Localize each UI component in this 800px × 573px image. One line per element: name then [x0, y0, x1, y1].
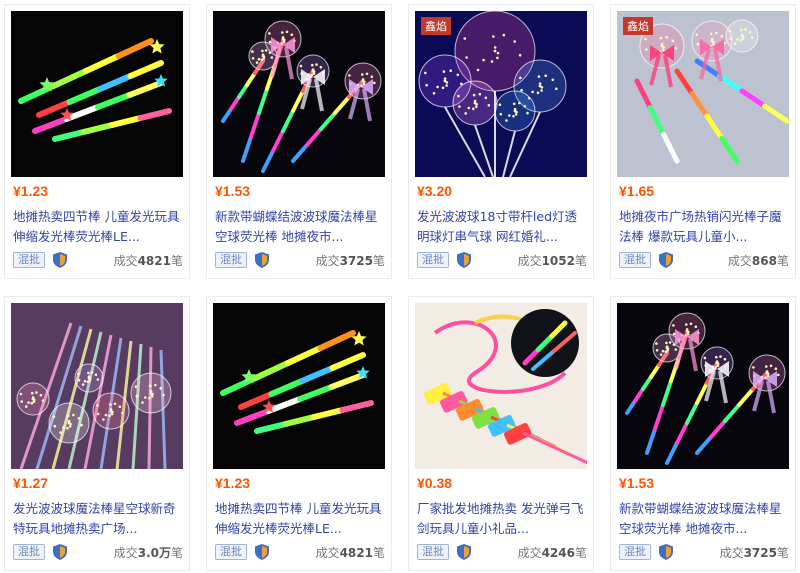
- product-price: ¥1.65: [619, 183, 655, 199]
- product-image[interactable]: 鑫焰: [617, 11, 789, 177]
- shield-icon: [457, 544, 471, 560]
- shield-icon: [53, 544, 67, 560]
- product-card[interactable]: 鑫焰 ¥1.65 地摊夜市广场热销闪光棒子魔法棒 爆款玩具儿童小... 混批 成…: [610, 4, 796, 279]
- product-title[interactable]: 地摊夜市广场热销闪光棒子魔法棒 爆款玩具儿童小...: [619, 207, 789, 247]
- mixed-batch-badge[interactable]: 混批: [619, 252, 651, 268]
- product-card[interactable]: ¥1.23 地摊热卖四节棒 儿童发光玩具伸缩发光棒荧光棒LE... 混批 成交4…: [206, 296, 392, 571]
- shield-icon: [53, 252, 67, 268]
- product-price: ¥1.53: [215, 183, 251, 199]
- product-image[interactable]: [11, 11, 183, 177]
- product-footer: 混批 成交1052笔: [417, 251, 587, 271]
- product-title[interactable]: 新款带蝴蝶结波波球魔法棒星空球荧光棒 地摊夜市...: [619, 499, 789, 539]
- product-title[interactable]: 发光波波球魔法棒星空球新奇特玩具地摊热卖广场...: [13, 499, 183, 539]
- shield-icon: [659, 252, 673, 268]
- product-price: ¥1.27: [13, 475, 49, 491]
- product-footer: 混批 成交3725笔: [619, 543, 789, 563]
- mixed-batch-badge[interactable]: 混批: [417, 252, 449, 268]
- mixed-batch-badge[interactable]: 混批: [619, 544, 651, 560]
- product-photo[interactable]: [213, 303, 385, 469]
- shop-tag: 鑫焰: [623, 17, 653, 35]
- product-photo[interactable]: [11, 303, 183, 469]
- product-image[interactable]: 鑫焰: [415, 11, 587, 177]
- product-footer: 混批 成交3.0万笔: [13, 543, 183, 563]
- product-footer: 混批 成交4821笔: [215, 543, 385, 563]
- mixed-batch-badge[interactable]: 混批: [417, 544, 449, 560]
- product-title[interactable]: 发光波波球18寸带杆led灯透明球灯串气球 网红婚礼...: [417, 207, 587, 247]
- product-card[interactable]: ¥0.38 厂家批发地摊热卖 发光弹弓飞剑玩具儿童小礼品... 混批 成交424…: [408, 296, 594, 571]
- shield-icon: [457, 252, 471, 268]
- product-price: ¥3.20: [417, 183, 453, 199]
- shop-tag: 鑫焰: [421, 17, 451, 35]
- product-price: ¥1.23: [13, 183, 49, 199]
- mixed-batch-badge[interactable]: 混批: [13, 252, 45, 268]
- product-photo[interactable]: [213, 11, 385, 177]
- sold-count: 成交4821笔: [113, 254, 183, 268]
- shield-icon: [255, 252, 269, 268]
- product-image[interactable]: [415, 303, 587, 469]
- sold-count: 成交3725笔: [315, 254, 385, 268]
- product-title[interactable]: 地摊热卖四节棒 儿童发光玩具伸缩发光棒荧光棒LE...: [215, 499, 385, 539]
- product-photo[interactable]: [617, 11, 789, 177]
- product-price: ¥1.23: [215, 475, 251, 491]
- shield-icon: [659, 544, 673, 560]
- product-footer: 混批 成交3725笔: [215, 251, 385, 271]
- product-photo[interactable]: [415, 11, 587, 177]
- sold-count: 成交4246笔: [517, 546, 587, 560]
- product-card[interactable]: 鑫焰 ¥3.20 发光波波球18寸带杆led灯透明球灯串气球 网红婚礼... 混…: [408, 4, 594, 279]
- product-card[interactable]: ¥1.53 新款带蝴蝶结波波球魔法棒星空球荧光棒 地摊夜市... 混批 成交37…: [206, 4, 392, 279]
- mixed-batch-badge[interactable]: 混批: [215, 252, 247, 268]
- sold-count: 成交3725笔: [719, 546, 789, 560]
- product-card[interactable]: ¥1.27 发光波波球魔法棒星空球新奇特玩具地摊热卖广场... 混批 成交3.0…: [4, 296, 190, 571]
- product-photo[interactable]: [415, 303, 587, 469]
- shield-icon: [255, 544, 269, 560]
- product-image[interactable]: [11, 303, 183, 469]
- product-photo[interactable]: [617, 303, 789, 469]
- product-price: ¥1.53: [619, 475, 655, 491]
- product-photo[interactable]: [11, 11, 183, 177]
- sold-count: 成交4821笔: [315, 546, 385, 560]
- product-footer: 混批 成交868笔: [619, 251, 789, 271]
- sold-count: 成交3.0万笔: [113, 546, 183, 560]
- product-footer: 混批 成交4246笔: [417, 543, 587, 563]
- mixed-batch-badge[interactable]: 混批: [13, 544, 45, 560]
- product-image[interactable]: [213, 303, 385, 469]
- product-image[interactable]: [617, 303, 789, 469]
- product-footer: 混批 成交4821笔: [13, 251, 183, 271]
- mixed-batch-badge[interactable]: 混批: [215, 544, 247, 560]
- product-title[interactable]: 地摊热卖四节棒 儿童发光玩具伸缩发光棒荧光棒LE...: [13, 207, 183, 247]
- product-card[interactable]: ¥1.23 地摊热卖四节棒 儿童发光玩具伸缩发光棒荧光棒LE... 混批 成交4…: [4, 4, 190, 279]
- product-title[interactable]: 新款带蝴蝶结波波球魔法棒星空球荧光棒 地摊夜市...: [215, 207, 385, 247]
- product-title[interactable]: 厂家批发地摊热卖 发光弹弓飞剑玩具儿童小礼品...: [417, 499, 587, 539]
- sold-count: 成交1052笔: [517, 254, 587, 268]
- product-card[interactable]: ¥1.53 新款带蝴蝶结波波球魔法棒星空球荧光棒 地摊夜市... 混批 成交37…: [610, 296, 796, 571]
- product-image[interactable]: [213, 11, 385, 177]
- sold-count: 成交868笔: [727, 254, 789, 268]
- product-price: ¥0.38: [417, 475, 453, 491]
